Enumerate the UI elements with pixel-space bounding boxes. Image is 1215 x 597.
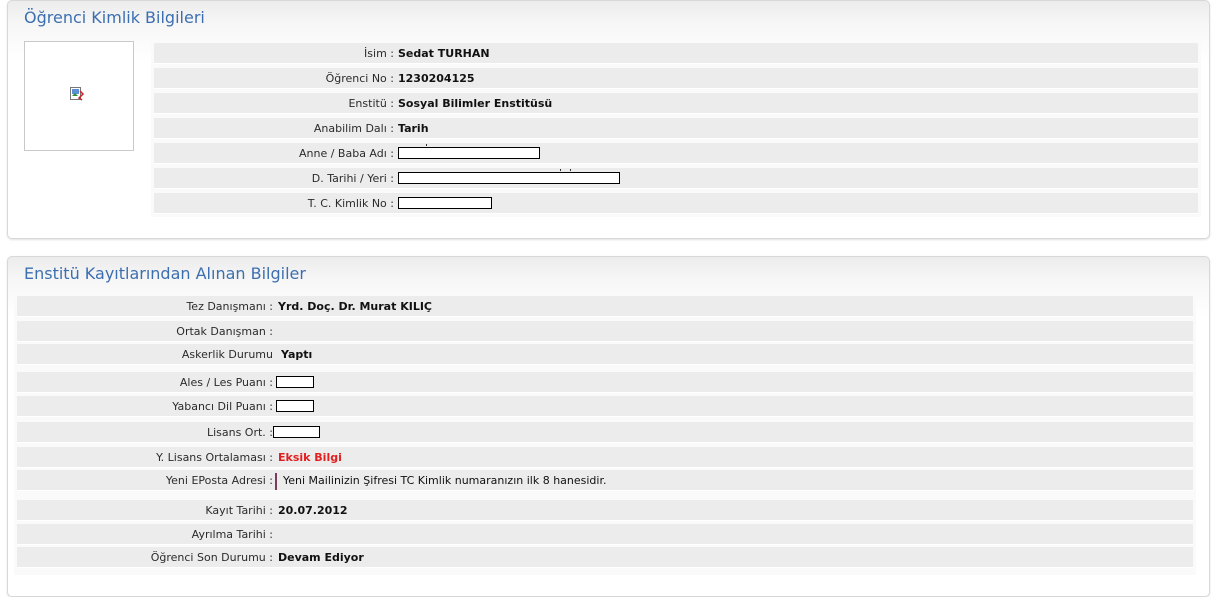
row-student-status: Öğrenci Son Durumu : Devam Ediyor xyxy=(17,547,1193,568)
name-label: İsim : xyxy=(364,47,394,60)
military-status-label: Askerlik Durumu xyxy=(181,348,273,361)
tc-id-label: T. C. Kimlik No : xyxy=(307,197,394,210)
row-registration-date: Kayıt Tarihi : 20.07.2012 xyxy=(17,500,1193,521)
name-value: Sedat TURHAN xyxy=(398,47,490,60)
redaction-artifact xyxy=(426,144,427,146)
advisor-value: Yrd. Doç. Dr. Murat KILIÇ xyxy=(278,300,432,313)
military-status-value: Yaptı xyxy=(281,348,313,361)
master-gpa-warning: Eksik Bilgi xyxy=(278,451,342,464)
broken-image-icon xyxy=(70,87,85,101)
student-no-label: Öğrenci No : xyxy=(325,72,394,85)
row-institute: Enstitü : Sosyal Bilimler Enstitüsü xyxy=(154,93,1198,114)
student-identity-panel: Öğrenci Kimlik Bilgileri İsim : Sedat TU… xyxy=(7,0,1210,239)
parent-names-label: Anne / Baba Adı : xyxy=(298,147,394,160)
department-value: Tarih xyxy=(398,122,429,135)
institute-label: Enstitü : xyxy=(348,97,394,110)
new-email-note: Yeni Mailinizin Şifresi TC Kimlik numara… xyxy=(283,474,607,487)
row-master-gpa: Y. Lisans Ortalaması : Eksik Bilgi xyxy=(17,447,1193,468)
row-bachelor-gpa: Lisans Ort. : xyxy=(17,422,1193,443)
row-department: Anabilim Dalı : Tarih xyxy=(154,118,1198,139)
co-advisor-label: Ortak Danışman : xyxy=(176,325,273,338)
row-birth-info: D. Tarihi / Yeri : xyxy=(154,168,1198,189)
new-email-label: Yeni EPosta Adresi : xyxy=(165,474,273,487)
student-status-label: Öğrenci Son Durumu : xyxy=(150,551,273,564)
row-tc-id: T. C. Kimlik No : xyxy=(154,193,1198,214)
identity-table: İsim : Sedat TURHAN Öğrenci No : 1230204… xyxy=(151,41,1201,217)
department-label: Anabilim Dalı : xyxy=(313,122,394,135)
student-photo xyxy=(24,41,134,151)
advisor-label: Tez Danışmanı : xyxy=(186,300,273,313)
ales-score-redacted-box xyxy=(276,376,314,388)
email-note-bar xyxy=(275,473,277,490)
identity-panel-title: Öğrenci Kimlik Bilgileri xyxy=(24,8,205,27)
birth-info-label: D. Tarihi / Yeri : xyxy=(311,172,394,185)
row-student-no: Öğrenci No : 1230204125 xyxy=(154,68,1198,89)
records-table: Tez Danışmanı : Yrd. Doç. Dr. Murat KILI… xyxy=(14,295,1196,575)
row-name: İsim : Sedat TURHAN xyxy=(154,43,1198,64)
language-score-redacted-box xyxy=(276,400,314,412)
institute-value: Sosyal Bilimler Enstitüsü xyxy=(398,97,553,110)
row-advisor: Tez Danışmanı : Yrd. Doç. Dr. Murat KILI… xyxy=(17,296,1193,317)
bachelor-gpa-label: Lisans Ort. : xyxy=(206,426,273,439)
student-no-value: 1230204125 xyxy=(398,72,475,85)
row-leave-date: Ayrılma Tarihi : xyxy=(17,524,1193,545)
redaction-artifact xyxy=(560,169,561,171)
registration-date-label: Kayıt Tarihi : xyxy=(205,504,273,517)
row-language-score: Yabancı Dil Puanı : xyxy=(17,396,1193,417)
ales-score-label: Ales / Les Puanı : xyxy=(179,376,273,389)
row-new-email: Yeni EPosta Adresi : Yeni Mailinizin Şif… xyxy=(17,470,1193,491)
birth-info-redacted-box xyxy=(398,172,620,184)
row-parent-names: Anne / Baba Adı : xyxy=(154,143,1198,164)
master-gpa-label: Y. Lisans Ortalaması : xyxy=(156,451,273,464)
bachelor-gpa-redacted-box xyxy=(273,426,320,438)
student-status-value: Devam Ediyor xyxy=(278,551,364,564)
row-ales-score: Ales / Les Puanı : xyxy=(17,372,1193,393)
language-score-label: Yabancı Dil Puanı : xyxy=(172,400,273,413)
leave-date-label: Ayrılma Tarihi : xyxy=(191,528,273,541)
row-military-status: Askerlik Durumu Yaptı xyxy=(17,344,1193,365)
tc-id-redacted-box xyxy=(398,197,492,209)
redaction-artifact xyxy=(570,169,571,171)
registration-date-value: 20.07.2012 xyxy=(278,504,348,517)
row-co-advisor: Ortak Danışman : xyxy=(17,321,1193,342)
parent-names-redacted-box xyxy=(398,147,540,159)
records-panel-title: Enstitü Kayıtlarından Alınan Bilgiler xyxy=(24,264,306,283)
